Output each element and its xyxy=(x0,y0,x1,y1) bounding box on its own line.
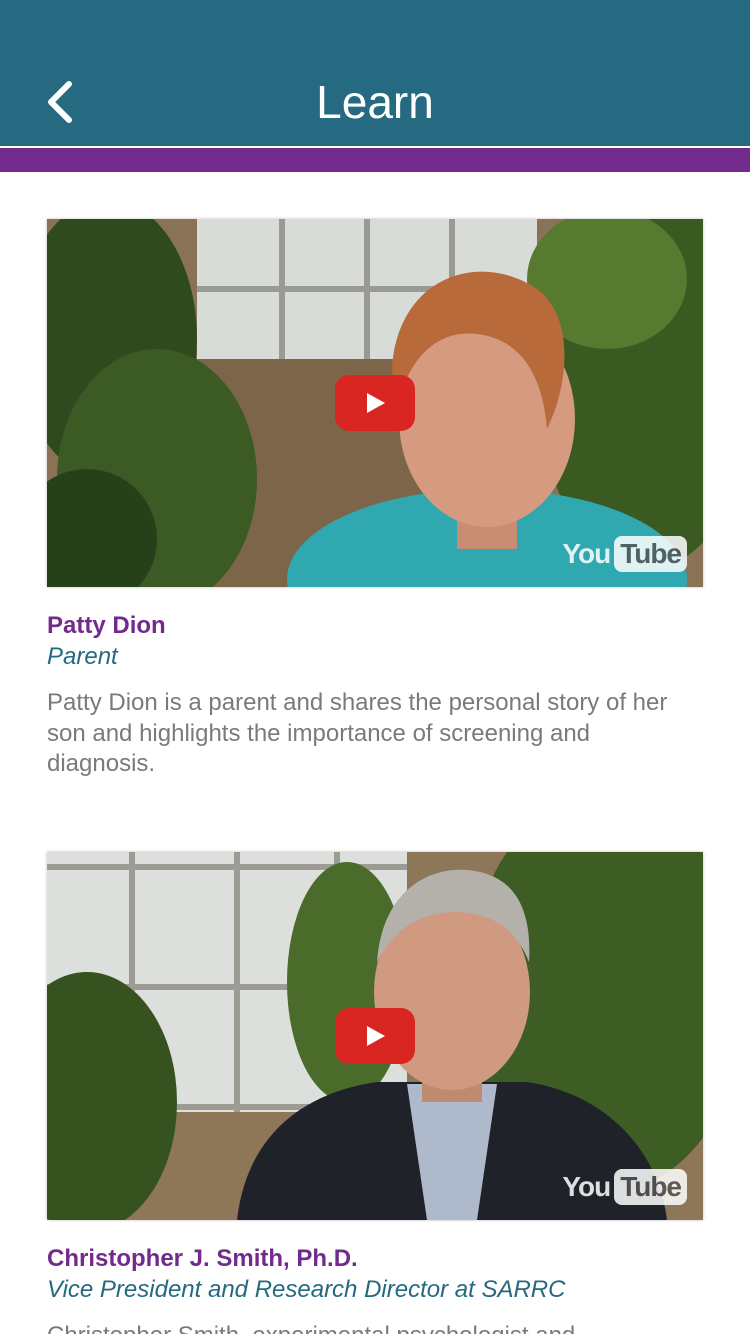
video-thumbnail[interactable]: You Tube xyxy=(47,852,703,1220)
page-title: Learn xyxy=(316,76,434,128)
accent-bar xyxy=(0,148,750,172)
person-name: Christopher J. Smith, Ph.D. xyxy=(47,1245,358,1272)
person-role: Parent xyxy=(47,643,118,670)
youtube-play-icon[interactable] xyxy=(335,375,415,431)
person-description: Patty Dion is a parent and shares the pe… xyxy=(47,689,668,777)
video-card: You Tube Christopher J. Smith, Ph.D. Vic… xyxy=(47,852,703,1334)
youtube-logo: You Tube xyxy=(562,1168,687,1206)
person-name: Patty Dion xyxy=(47,612,166,639)
person-role: Vice President and Research Director at … xyxy=(47,1276,566,1303)
youtube-play-icon[interactable] xyxy=(335,1008,415,1064)
video-list[interactable]: You Tube Patty Dion Parent Patty Dion is… xyxy=(0,172,750,1334)
video-card: You Tube Patty Dion Parent Patty Dion is… xyxy=(47,219,703,780)
video-thumbnail[interactable]: You Tube xyxy=(47,219,703,587)
person-description: Christopher Smith, experimental psycholo… xyxy=(47,1321,703,1334)
youtube-logo: You Tube xyxy=(562,535,687,573)
